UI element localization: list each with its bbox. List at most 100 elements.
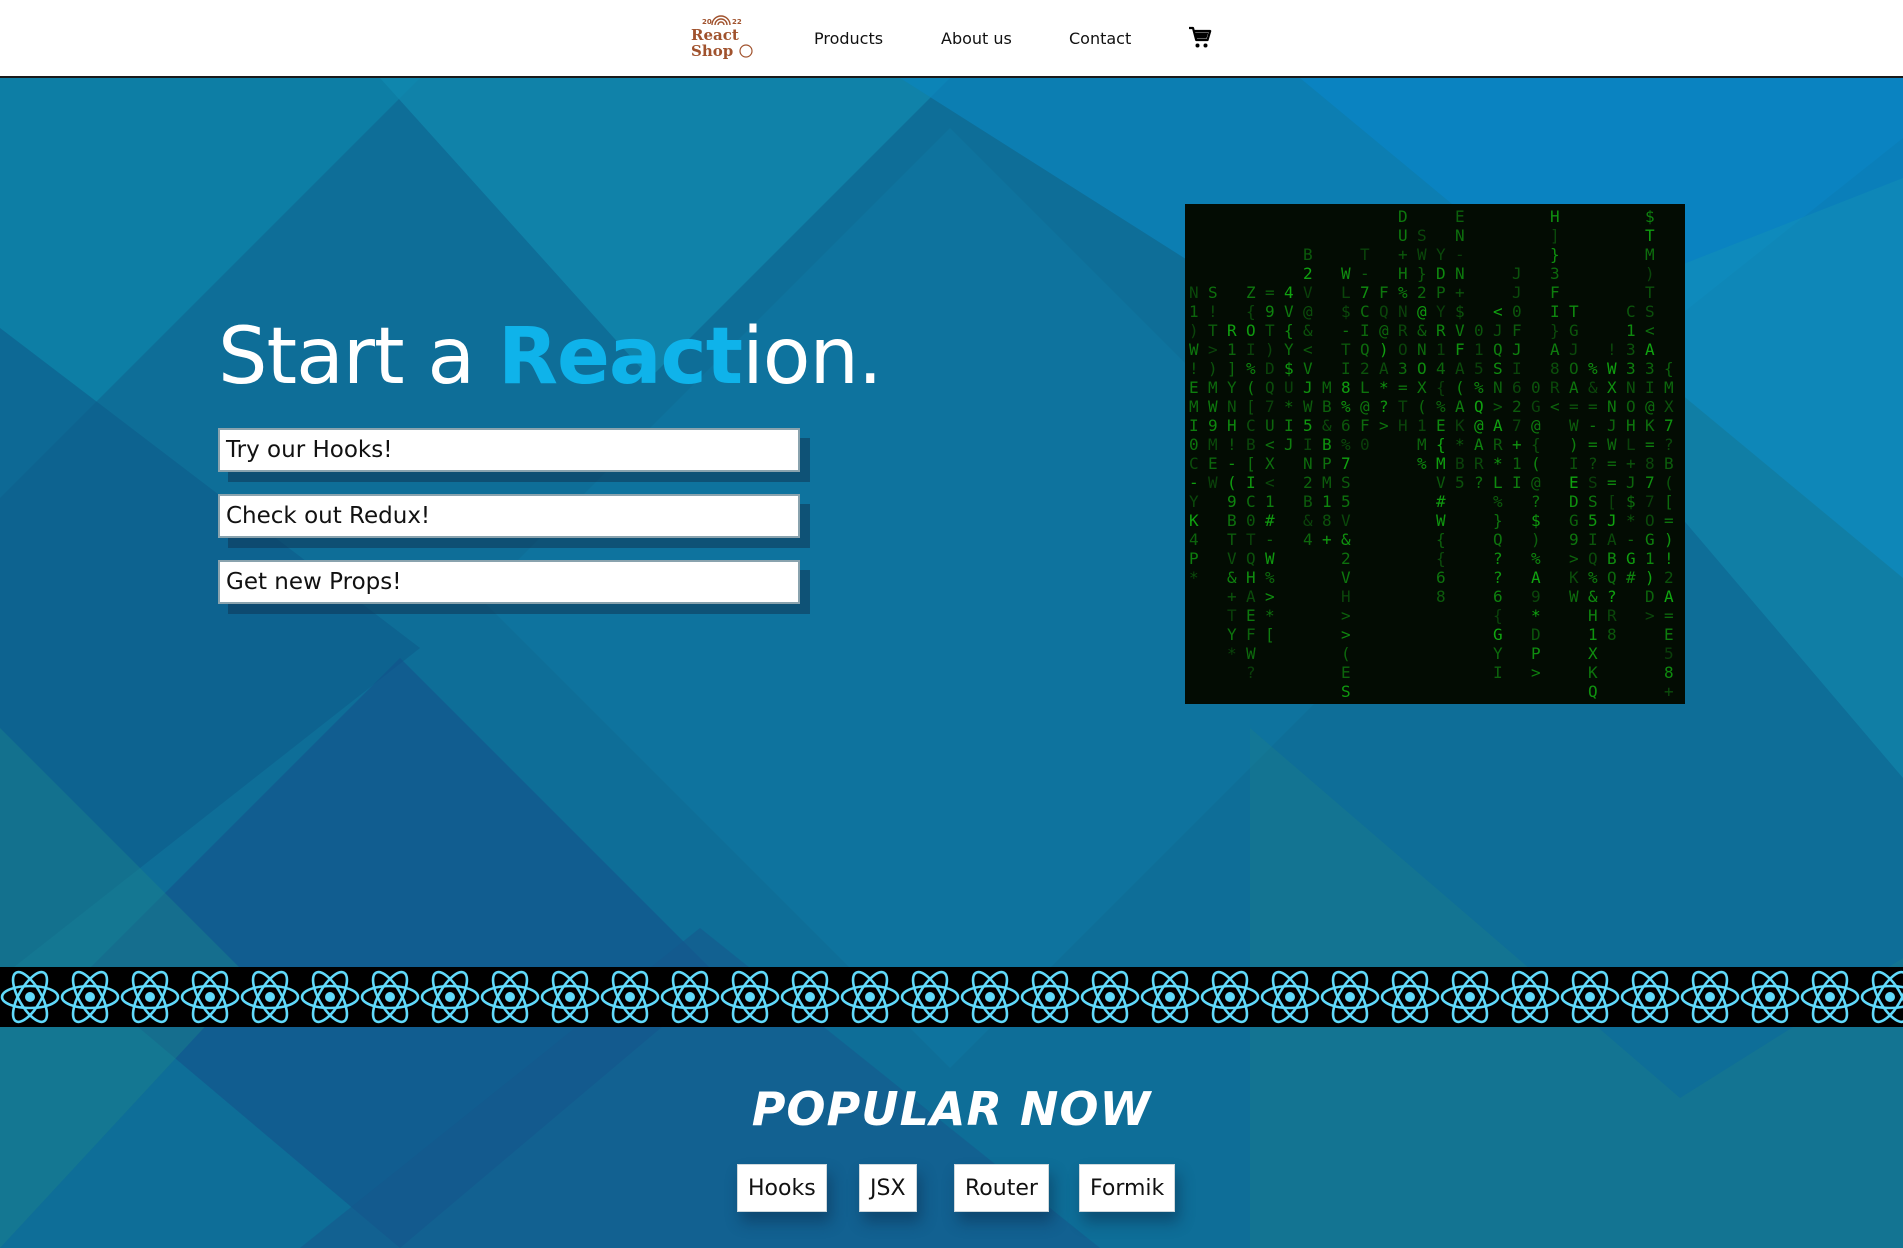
matrix-glyph: H bbox=[1227, 416, 1237, 435]
matrix-glyph: C bbox=[1246, 416, 1256, 435]
matrix-glyph: - bbox=[1341, 321, 1351, 340]
matrix-glyph: E bbox=[1208, 454, 1218, 473]
matrix-glyph: O bbox=[1417, 359, 1427, 378]
matrix-glyph: W bbox=[1417, 245, 1427, 264]
matrix-glyph: T bbox=[1265, 321, 1275, 340]
matrix-glyph: D bbox=[1436, 264, 1446, 283]
react-atom-strip bbox=[0, 967, 1903, 1027]
matrix-glyph: F bbox=[1550, 283, 1560, 302]
matrix-glyph: J bbox=[1569, 340, 1579, 359]
matrix-glyph: [ bbox=[1265, 625, 1275, 644]
redux-button[interactable]: Check out Redux! bbox=[218, 494, 800, 538]
matrix-glyph: Y bbox=[1227, 625, 1237, 644]
react-atom-icon bbox=[1260, 970, 1320, 1024]
tag-formik[interactable]: Formik bbox=[1079, 1164, 1176, 1212]
matrix-glyph: R bbox=[1474, 454, 1484, 473]
matrix-glyph: W bbox=[1189, 340, 1199, 359]
matrix-glyph: = bbox=[1645, 435, 1655, 454]
matrix-glyph: 7 bbox=[1664, 416, 1674, 435]
matrix-glyph: I bbox=[1189, 416, 1199, 435]
matrix-glyph: D bbox=[1398, 207, 1408, 226]
matrix-glyph: J bbox=[1607, 416, 1617, 435]
matrix-glyph: F bbox=[1455, 340, 1465, 359]
matrix-glyph: B bbox=[1664, 454, 1674, 473]
matrix-glyph: < bbox=[1303, 340, 1313, 359]
matrix-glyph: I bbox=[1341, 359, 1351, 378]
matrix-glyph: B bbox=[1303, 245, 1313, 264]
react-atom-icon bbox=[1020, 970, 1080, 1024]
matrix-glyph: S bbox=[1493, 359, 1503, 378]
matrix-glyph: W bbox=[1303, 397, 1313, 416]
tag-jsx[interactable]: JSX bbox=[859, 1164, 917, 1212]
matrix-glyph: Q bbox=[1246, 549, 1256, 568]
nav-products[interactable]: Products bbox=[814, 29, 883, 48]
matrix-glyph: O bbox=[1398, 340, 1408, 359]
matrix-glyph: B bbox=[1455, 454, 1465, 473]
matrix-glyph: 1 bbox=[1227, 340, 1237, 359]
matrix-glyph: ? bbox=[1493, 568, 1503, 587]
nav-contact[interactable]: Contact bbox=[1069, 29, 1131, 48]
react-atom-icon-row bbox=[0, 970, 1903, 1024]
matrix-glyph: Q bbox=[1360, 340, 1370, 359]
matrix-glyph: @ bbox=[1379, 321, 1389, 340]
matrix-glyph: W bbox=[1607, 359, 1617, 378]
matrix-glyph: 0 bbox=[1512, 302, 1522, 321]
matrix-glyph: V bbox=[1341, 511, 1351, 530]
matrix-glyph: 5 bbox=[1341, 492, 1351, 511]
react-atom-icon bbox=[420, 970, 480, 1024]
react-atom-icon bbox=[660, 970, 720, 1024]
matrix-glyph: E bbox=[1246, 606, 1256, 625]
matrix-glyph: Q bbox=[1379, 302, 1389, 321]
matrix-glyph: 4 bbox=[1189, 530, 1199, 549]
matrix-glyph: C bbox=[1360, 302, 1370, 321]
matrix-glyph: = bbox=[1607, 473, 1617, 492]
matrix-glyph: % bbox=[1341, 397, 1351, 416]
matrix-glyph: D bbox=[1569, 492, 1579, 511]
matrix-glyph: % bbox=[1246, 359, 1256, 378]
matrix-glyph: + bbox=[1512, 435, 1522, 454]
matrix-glyph: 9 bbox=[1531, 587, 1541, 606]
react-atom-icon bbox=[1740, 970, 1800, 1024]
matrix-glyph: R bbox=[1436, 321, 1446, 340]
matrix-glyph: # bbox=[1436, 492, 1446, 511]
matrix-glyph: N bbox=[1493, 378, 1503, 397]
matrix-glyph: M bbox=[1417, 435, 1427, 454]
hooks-button[interactable]: Try our Hooks! bbox=[218, 428, 800, 472]
matrix-glyph: Y bbox=[1436, 302, 1446, 321]
matrix-glyph: & bbox=[1341, 530, 1351, 549]
react-atom-icon bbox=[960, 970, 1020, 1024]
matrix-glyph: ] bbox=[1550, 226, 1560, 245]
hero-title: Start a Reaction. bbox=[218, 312, 883, 402]
matrix-glyph: * bbox=[1284, 397, 1294, 416]
matrix-glyph: I bbox=[1284, 416, 1294, 435]
react-atom-icon bbox=[360, 970, 420, 1024]
matrix-glyph: I bbox=[1588, 530, 1598, 549]
matrix-glyph: ( bbox=[1531, 454, 1541, 473]
matrix-glyph: & bbox=[1227, 568, 1237, 587]
props-button[interactable]: Get new Props! bbox=[218, 560, 800, 604]
react-atom-icon bbox=[1680, 970, 1740, 1024]
matrix-glyph: I bbox=[1493, 663, 1503, 682]
matrix-glyph: J bbox=[1512, 283, 1522, 302]
tag-router[interactable]: Router bbox=[954, 1164, 1049, 1212]
tag-hooks[interactable]: Hooks bbox=[737, 1164, 827, 1212]
matrix-glyph: } bbox=[1550, 245, 1560, 264]
matrix-glyph: F bbox=[1512, 321, 1522, 340]
matrix-glyph: H bbox=[1246, 568, 1256, 587]
hero-title-start: Start a bbox=[218, 312, 498, 402]
matrix-glyph: $ bbox=[1455, 302, 1465, 321]
matrix-glyph: A bbox=[1531, 568, 1541, 587]
matrix-glyph: } bbox=[1550, 321, 1560, 340]
nav-about-us[interactable]: About us bbox=[941, 29, 1012, 48]
matrix-glyph: T bbox=[1227, 606, 1237, 625]
matrix-glyph: R bbox=[1607, 606, 1617, 625]
react-shop-logo[interactable]: 20 22 React Shop bbox=[688, 10, 754, 62]
matrix-glyph: - bbox=[1455, 245, 1465, 264]
cart-icon[interactable] bbox=[1188, 26, 1212, 50]
matrix-glyph: $ bbox=[1531, 511, 1541, 530]
matrix-glyph: ( bbox=[1417, 397, 1427, 416]
matrix-glyph: 4 bbox=[1436, 359, 1446, 378]
matrix-glyph: A bbox=[1493, 416, 1503, 435]
matrix-glyph: ( bbox=[1455, 378, 1465, 397]
react-atom-icon bbox=[540, 970, 600, 1024]
